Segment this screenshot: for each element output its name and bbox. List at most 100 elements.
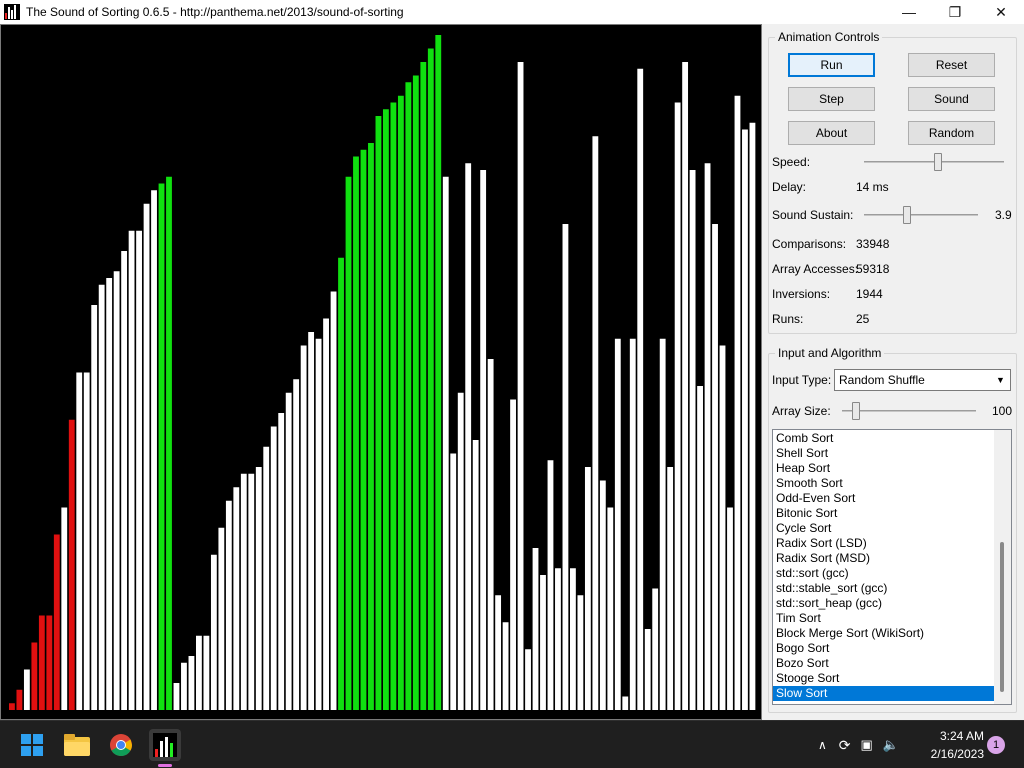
- array-size-slider[interactable]: [842, 401, 976, 421]
- app-icon: [4, 4, 20, 20]
- algorithm-list-item[interactable]: Bogo Sort: [773, 641, 995, 656]
- array-bar: [330, 291, 337, 710]
- array-bar: [629, 338, 636, 710]
- array-bar: [91, 305, 98, 710]
- notification-badge[interactable]: 1: [987, 736, 1005, 754]
- array-bar: [278, 413, 285, 710]
- array-bar: [390, 102, 397, 710]
- array-bar: [323, 318, 329, 710]
- array-bar: [166, 176, 172, 710]
- minimize-button[interactable]: —: [886, 0, 932, 24]
- array-bar: [16, 689, 23, 710]
- array-bar: [9, 703, 15, 710]
- array-bar: [555, 568, 561, 710]
- array-bar: [181, 662, 187, 710]
- sound-of-sorting-icon[interactable]: [149, 729, 181, 767]
- runs-value: 25: [856, 312, 870, 326]
- algorithm-list-scrollbar[interactable]: [994, 430, 1011, 704]
- run-button[interactable]: Run: [788, 53, 875, 77]
- array-bar: [457, 392, 464, 710]
- array-bar: [637, 68, 644, 710]
- algorithm-list-item[interactable]: Tim Sort: [773, 611, 995, 626]
- inversions-value: 1944: [856, 287, 883, 301]
- array-bar: [697, 386, 703, 710]
- array-bar: [719, 345, 726, 710]
- array-bar: [225, 500, 232, 710]
- algorithm-list-item[interactable]: Radix Sort (LSD): [773, 536, 995, 551]
- algorithm-list-item[interactable]: Bozo Sort: [773, 656, 995, 671]
- array-size-slider-thumb[interactable]: [852, 402, 861, 420]
- algorithm-list-item[interactable]: std::sort (gcc): [773, 566, 995, 581]
- algorithm-list-item[interactable]: Heap Sort: [773, 461, 995, 476]
- array-bar: [644, 629, 651, 710]
- array-bar: [38, 615, 45, 710]
- sound-sustain-slider[interactable]: [864, 205, 978, 225]
- array-bar: [83, 372, 90, 710]
- array-bar: [23, 669, 30, 710]
- array-bar: [61, 507, 68, 710]
- comparisons-value: 33948: [856, 237, 890, 251]
- array-bar: [106, 278, 113, 710]
- maximize-button[interactable]: ❐: [932, 0, 978, 24]
- array-bar: [495, 595, 502, 710]
- clock[interactable]: 3:24 AM 2/16/2023: [931, 727, 984, 763]
- array-bar: [749, 122, 756, 710]
- array-bar: [158, 183, 165, 710]
- delay-value: 14 ms: [856, 180, 889, 194]
- algorithm-list-item[interactable]: Smooth Sort: [773, 476, 995, 491]
- sound-button[interactable]: Sound: [908, 87, 995, 111]
- speed-slider-thumb[interactable]: [933, 153, 942, 171]
- file-explorer-icon[interactable]: [61, 729, 93, 761]
- algorithm-list-item[interactable]: Block Merge Sort (WikiSort): [773, 626, 995, 641]
- random-button[interactable]: Random: [908, 121, 995, 145]
- sync-icon[interactable]: ⟳: [839, 737, 851, 754]
- array-bar: [599, 480, 606, 710]
- algorithm-list-item[interactable]: std::sort_heap (gcc): [773, 596, 995, 611]
- about-button[interactable]: About: [788, 121, 875, 145]
- array-bar: [113, 271, 120, 710]
- network-icon[interactable]: ▣: [861, 737, 873, 753]
- algorithm-list-item[interactable]: Odd-Even Sort: [773, 491, 995, 506]
- array-bar: [472, 440, 479, 710]
- array-bar: [151, 190, 157, 710]
- sort-visualization: [0, 24, 762, 720]
- algorithm-list-item[interactable]: std::stable_sort (gcc): [773, 581, 995, 596]
- dropdown-arrow-icon[interactable]: ▼: [992, 371, 1009, 389]
- reset-button[interactable]: Reset: [908, 53, 995, 77]
- array-size-label: Array Size:: [772, 404, 831, 418]
- input-type-select[interactable]: Random Shuffle ▼: [834, 369, 1011, 391]
- speed-slider[interactable]: [864, 152, 1004, 172]
- algorithm-list-item[interactable]: Slow Sort: [773, 686, 995, 701]
- array-bar: [233, 487, 240, 710]
- algorithm-list-item[interactable]: Comb Sort: [773, 431, 995, 446]
- volume-icon[interactable]: 🔈: [883, 737, 899, 753]
- array-bar: [308, 332, 315, 710]
- algorithm-list-item[interactable]: Cycle Sort: [773, 521, 995, 536]
- array-bar: [173, 683, 180, 710]
- windows-start-icon[interactable]: [16, 729, 48, 761]
- algorithm-list-item[interactable]: Stooge Sort: [773, 671, 995, 686]
- chrome-icon[interactable]: [105, 729, 137, 761]
- algorithm-list-item[interactable]: Shell Sort: [773, 446, 995, 461]
- sound-sustain-value: 3.9: [995, 208, 1012, 222]
- chevron-up-icon[interactable]: ∧: [818, 738, 827, 752]
- array-bar: [689, 170, 696, 710]
- clock-time: 3:24 AM: [939, 729, 984, 743]
- array-bar: [128, 230, 135, 710]
- array-bar: [480, 170, 487, 710]
- array-bar: [263, 446, 270, 710]
- system-tray: ∧ ⟳ ▣ 🔈: [818, 721, 899, 768]
- step-button[interactable]: Step: [788, 87, 875, 111]
- array-bar: [420, 62, 427, 710]
- algorithm-list-item[interactable]: Radix Sort (MSD): [773, 551, 995, 566]
- close-button[interactable]: ✕: [978, 0, 1024, 24]
- title-bar[interactable]: The Sound of Sorting 0.6.5 - http://pant…: [0, 0, 1024, 24]
- array-bar: [652, 588, 659, 710]
- array-bar: [293, 379, 300, 710]
- array-bar: [218, 527, 225, 710]
- scrollbar-thumb[interactable]: [1000, 542, 1004, 692]
- clock-date: 2/16/2023: [930, 747, 984, 761]
- algorithm-list[interactable]: Comb Sort Shell Sort Heap Sort Smooth Sort O…: [772, 429, 1012, 705]
- sound-sustain-slider-thumb[interactable]: [903, 206, 912, 224]
- algorithm-list-item[interactable]: Bitonic Sort: [773, 506, 995, 521]
